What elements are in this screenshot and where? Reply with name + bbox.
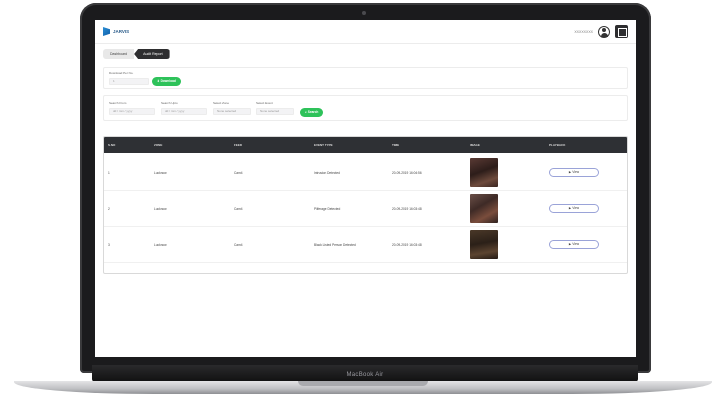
event-thumbnail[interactable] <box>470 194 498 223</box>
view-button[interactable]: ▶ View <box>549 168 599 177</box>
table-row: 1 Lucknow Cam4 Intrusion Detected 20-09-… <box>104 155 627 191</box>
table-row: 2 Lucknow Cam4 Pilferage Detected 20-09-… <box>104 191 627 227</box>
screen: JARVIS XXXXXXXX Dashboard Audit Report D… <box>95 20 636 357</box>
end-date-input[interactable]: dd / mm / yyyy <box>161 108 207 115</box>
laptop-brand-label: MacBook Air <box>346 372 384 378</box>
select-event-dropdown[interactable]: None selected <box>256 108 294 115</box>
top-bar: JARVIS XXXXXXXX <box>95 20 636 44</box>
cell-time: 20-09-2019 16:03:48 <box>392 242 422 247</box>
select-event-label: Select Event <box>256 101 273 105</box>
header-feed: FEED <box>234 143 243 147</box>
app-name: JARVIS <box>113 29 130 34</box>
cell-event-type: Pilferage Detected <box>314 206 341 211</box>
view-button[interactable]: ▶ View <box>549 204 599 213</box>
cell-sno: 3 <box>108 242 110 247</box>
select-zone-label: Select Zone <box>213 101 230 105</box>
header-sno: S.NO <box>108 143 116 147</box>
cell-zone: Lucknow <box>154 206 167 211</box>
cell-event-type: Black Listed Person Detected <box>314 242 356 247</box>
app-logo[interactable]: JARVIS <box>103 27 129 36</box>
select-zone-dropdown[interactable]: None selected <box>213 108 251 115</box>
breadcrumb-dashboard[interactable]: Dashboard <box>103 49 135 59</box>
logo-icon <box>103 27 110 36</box>
logout-icon[interactable] <box>615 25 628 38</box>
download-number-input[interactable]: 1 <box>109 78 149 85</box>
breadcrumb: Dashboard Audit Report <box>103 49 170 59</box>
start-date-label: Search From <box>109 101 127 105</box>
cell-time: 20-09-2019 16:03:48 <box>392 206 422 211</box>
cell-event-type: Intrusion Detected <box>314 170 340 175</box>
cell-feed: Cam4 <box>234 170 243 175</box>
table-header: S.NO ZONE FEED EVENT TYPE TIME IMAGE PLA… <box>104 137 627 153</box>
user-area: XXXXXXXX <box>574 25 628 38</box>
download-icon: ⬇ <box>157 79 160 83</box>
header-zone: ZONE <box>154 143 163 147</box>
breadcrumb-audit-report[interactable]: Audit Report <box>134 49 170 59</box>
header-image: IMAGE <box>470 143 480 147</box>
event-thumbnail[interactable] <box>470 230 498 259</box>
download-label: Download Per No. <box>109 71 134 75</box>
laptop-notch <box>298 381 428 386</box>
cell-feed: Cam4 <box>234 242 243 247</box>
search-button[interactable]: ⌕ Search <box>300 108 324 117</box>
header-playback: PLAYBACK <box>549 143 566 147</box>
audit-table: S.NO ZONE FEED EVENT TYPE TIME IMAGE PLA… <box>103 136 628 274</box>
webcam <box>362 11 366 15</box>
cell-zone: Lucknow <box>154 242 167 247</box>
user-name: XXXXXXXX <box>574 29 593 34</box>
search-icon: ⌕ <box>305 110 307 114</box>
header-event-type: EVENT TYPE <box>314 143 333 147</box>
cell-zone: Lucknow <box>154 170 167 175</box>
cell-sno: 1 <box>108 170 110 175</box>
download-button[interactable]: ⬇ Download <box>152 77 181 86</box>
start-date-input[interactable]: dd / mm / yyyy <box>109 108 155 115</box>
view-button[interactable]: ▶ View <box>549 240 599 249</box>
cell-sno: 2 <box>108 206 110 211</box>
cell-time: 20-09-2019 16:04:56 <box>392 170 422 175</box>
laptop-mockup: MacBook Air JARVIS XXXXXXXX Dashboard Au… <box>0 0 726 400</box>
table-row: 3 Lucknow Cam4 Black Listed Person Detec… <box>104 227 627 263</box>
filter-card: Search From dd / mm / yyyy Search Upto d… <box>103 95 628 121</box>
event-thumbnail[interactable] <box>470 158 498 187</box>
header-time: TIME <box>392 143 400 147</box>
user-avatar-icon[interactable] <box>598 25 610 38</box>
end-date-label: Search Upto <box>161 101 178 105</box>
download-card: Download Per No. 1 ⬇ Download <box>103 67 628 89</box>
cell-feed: Cam4 <box>234 206 243 211</box>
